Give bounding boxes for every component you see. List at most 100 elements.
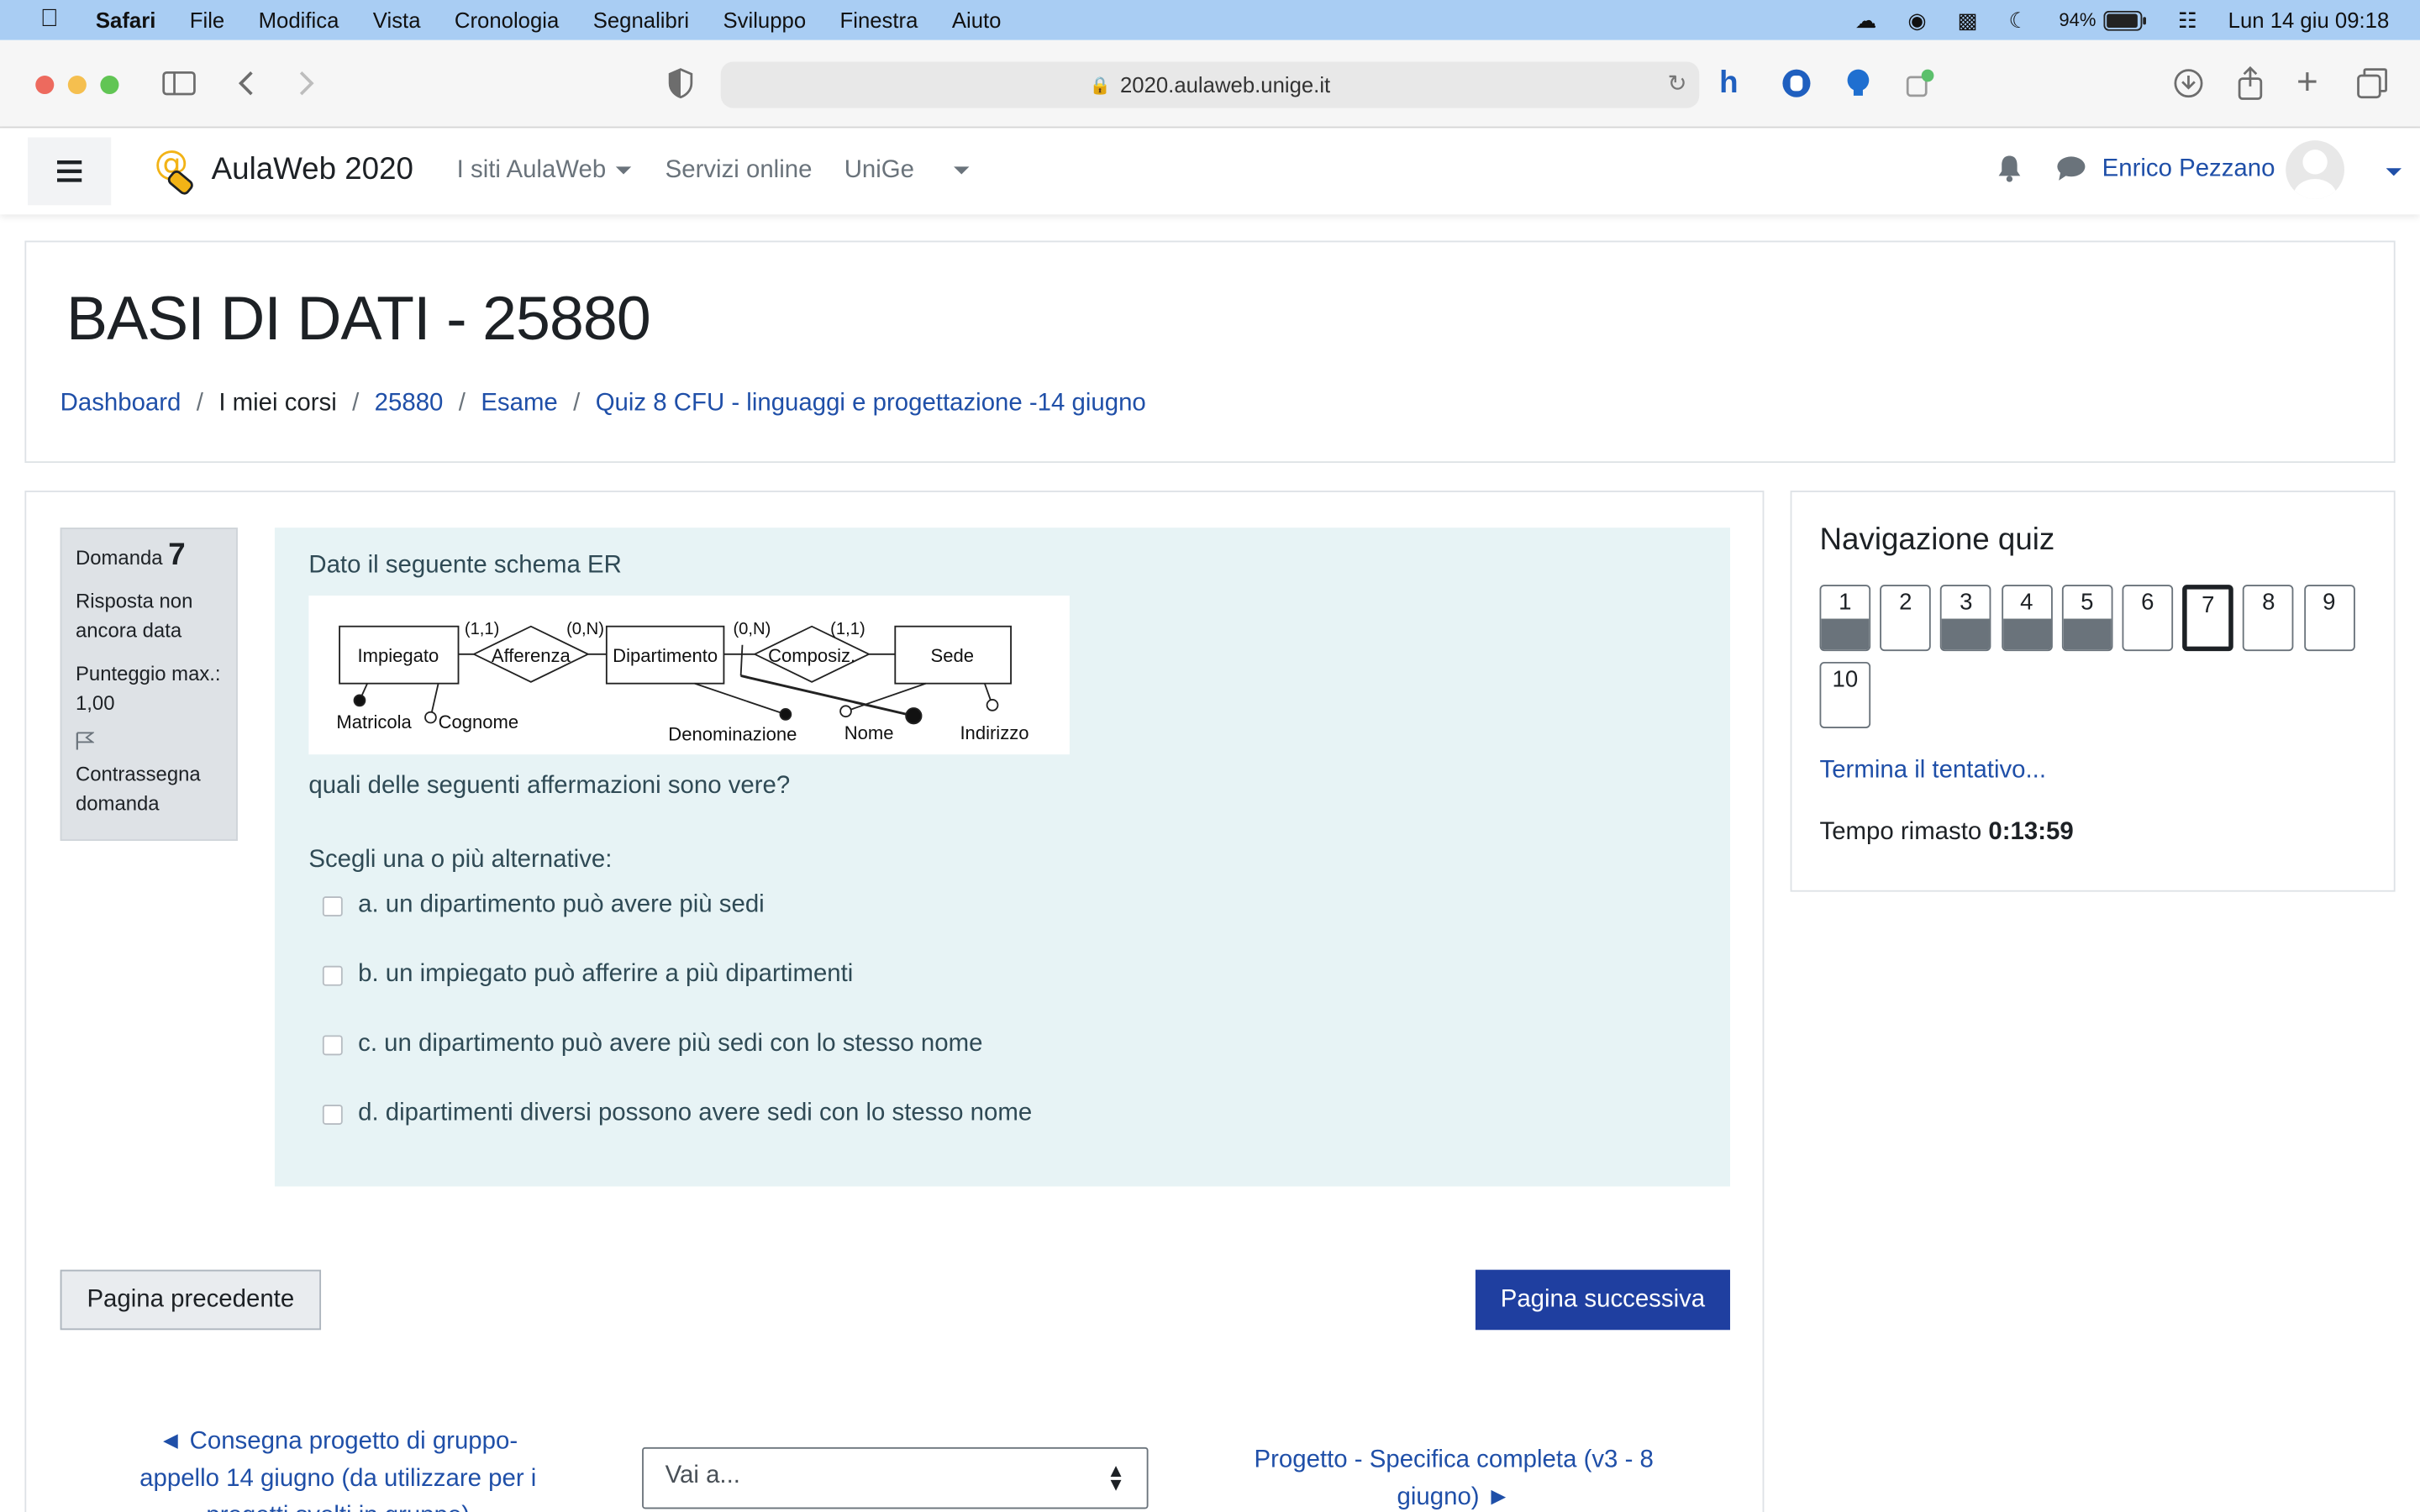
control-center-icon[interactable]: ☷ — [2178, 7, 2197, 33]
forward-icon[interactable] — [297, 65, 316, 102]
quiz-nav-question-10[interactable]: 10 — [1819, 661, 1871, 728]
reload-icon[interactable]: ↻ — [1667, 70, 1686, 97]
question-number: Domanda 7 — [76, 540, 222, 573]
menu-app-name[interactable]: Safari — [96, 8, 155, 32]
flag-question-link[interactable]: Contrassegna domanda — [76, 759, 222, 818]
aulaweb-logo-icon[interactable]: @ — [153, 144, 196, 196]
quiz-nav-question-number: 6 — [2141, 589, 2154, 616]
svg-text:Afferenza: Afferenza — [492, 645, 571, 666]
quiz-nav-question-number: 4 — [2020, 589, 2033, 616]
new-tab-icon[interactable]: + — [2296, 61, 2318, 103]
site-brand[interactable]: AulaWeb 2020 — [212, 153, 413, 188]
quiz-nav-question-8[interactable]: 8 — [2243, 585, 2295, 652]
quiz-nav-question-3[interactable]: 3 — [1940, 585, 1992, 652]
menu-sviluppo[interactable]: Sviluppo — [723, 8, 806, 32]
menu-aiuto[interactable]: Aiuto — [952, 8, 1002, 32]
breadcrumb-dashboard[interactable]: Dashboard — [60, 391, 182, 418]
nav-siti-aulaweb-label: I siti AulaWeb — [456, 157, 607, 184]
hamburger-menu-button[interactable] — [28, 137, 112, 206]
quiz-nav-question-1[interactable]: 1 — [1819, 585, 1871, 652]
apple-icon[interactable]:  — [34, 6, 65, 34]
next-page-button[interactable]: Pagina successiva — [1475, 1269, 1730, 1331]
battery-icon[interactable] — [2103, 9, 2147, 30]
quiz-nav-question-number: 1 — [1839, 589, 1852, 616]
avatar[interactable] — [2286, 140, 2345, 199]
menu-vista[interactable]: Vista — [373, 8, 421, 32]
tabs-extension-icon[interactable] — [1905, 65, 1936, 102]
previous-activity-link[interactable]: ◄ Consegna progetto di gruppo- appello 1… — [122, 1424, 554, 1512]
er-diagram-image: Impiegato Afferenza Dipartimento Composi… — [308, 595, 1070, 755]
nav-siti-aulaweb[interactable]: I siti AulaWeb — [457, 157, 631, 185]
user-menu-name[interactable]: Enrico Pezzano — [2102, 156, 2275, 184]
menu-segnalibri[interactable]: Segnalibri — [593, 8, 689, 32]
quiz-nav-question-9[interactable]: 9 — [2303, 585, 2355, 652]
privacy-shield-icon[interactable] — [666, 65, 694, 102]
quiz-nav-question-7[interactable]: 7 — [2182, 585, 2234, 652]
answer-option-b[interactable]: b. un impiegato può afferire a più dipar… — [322, 961, 854, 989]
time-left: Tempo rimasto 0:13:59 — [1820, 819, 2074, 847]
svg-text:Composiz.: Composiz. — [768, 645, 855, 666]
answer-label-b: b. un impiegato può afferire a più dipar… — [358, 961, 854, 988]
nav-unige[interactable]: UniGe — [844, 157, 914, 185]
answer-checkbox-d[interactable] — [322, 1104, 343, 1125]
downloads-icon[interactable] — [2173, 65, 2204, 102]
jump-to-activity-select[interactable]: Vai a... ▲ ▼ — [642, 1446, 1149, 1509]
share-icon[interactable] — [2236, 65, 2264, 102]
quiz-nav-question-2[interactable]: 2 — [1880, 585, 1932, 652]
nav-more-dropdown[interactable] — [944, 157, 970, 185]
breadcrumb-section[interactable]: Esame — [481, 391, 557, 418]
cloud-icon[interactable]: ☁ — [1855, 7, 1877, 33]
breadcrumb-separator: / — [352, 390, 360, 417]
er-attribute: Matricola — [336, 711, 412, 732]
menu-cronologia[interactable]: Cronologia — [455, 8, 559, 32]
breadcrumb-my-courses: I miei corsi — [218, 390, 337, 417]
zoom-window-button[interactable] — [100, 76, 119, 95]
quiz-attempt-region: Domanda 7 Risposta non ancora data Punte… — [24, 491, 1765, 1512]
tab-overview-icon[interactable] — [2357, 65, 2388, 102]
minimize-window-button[interactable] — [67, 76, 87, 95]
microphone-icon[interactable]: ◉ — [1907, 7, 1926, 33]
menubar-clock[interactable]: Lun 14 giu 09:18 — [2228, 8, 2390, 32]
messages-icon[interactable] — [2056, 155, 2087, 190]
answer-checkbox-a[interactable] — [322, 895, 343, 916]
menu-file[interactable]: File — [190, 8, 224, 32]
user-menu-chevron-down-icon[interactable] — [2386, 168, 2402, 176]
notifications-bell-icon[interactable] — [1997, 155, 2022, 190]
svg-text:Dipartimento: Dipartimento — [613, 645, 718, 666]
breadcrumb-separator: / — [196, 390, 203, 417]
answer-prompt: Scegli una o più alternative: — [308, 847, 613, 874]
hypothesis-extension-icon[interactable]: h — [1719, 65, 1738, 102]
page-title: BASI DI DATI - 25880 — [66, 285, 651, 354]
moon-icon[interactable]: ☾ — [2009, 7, 2028, 33]
sidebar-toggle-icon[interactable] — [162, 65, 196, 102]
clapperboard-icon[interactable]: ▩ — [1957, 7, 1977, 33]
breadcrumb-course[interactable]: 25880 — [375, 391, 444, 418]
next-activity-link[interactable]: Progetto - Specifica completa (v3 - 8 gi… — [1230, 1442, 1678, 1512]
menu-finestra[interactable]: Finestra — [840, 8, 918, 32]
er-attribute: Cognome — [439, 711, 519, 732]
answer-checkbox-c[interactable] — [322, 1034, 343, 1055]
nav-servizi-online[interactable]: Servizi online — [666, 157, 813, 185]
quiz-nav-question-5[interactable]: 5 — [2061, 585, 2113, 652]
answer-checkbox-b[interactable] — [322, 964, 343, 985]
quiz-nav-answered-indicator — [2002, 618, 2051, 650]
back-icon[interactable] — [236, 65, 255, 102]
quiz-nav-question-4[interactable]: 4 — [2001, 585, 2053, 652]
lightbulb-extension-icon[interactable] — [1844, 65, 1872, 102]
answer-option-d[interactable]: d. dipartimenti diversi possono avere se… — [322, 1100, 1032, 1128]
flag-icon[interactable] — [76, 730, 222, 759]
address-bar[interactable]: 🔒 2020.aulaweb.unige.it ↻ — [720, 61, 1700, 108]
finish-attempt-link[interactable]: Termina il tentativo... — [1820, 758, 2047, 785]
previous-page-button[interactable]: Pagina precedente — [60, 1269, 322, 1331]
quiz-nav-question-6[interactable]: 6 — [2122, 585, 2174, 652]
close-window-button[interactable] — [35, 76, 55, 95]
answer-option-a[interactable]: a. un dipartimento può avere più sedi — [322, 892, 765, 920]
time-left-value: 0:13:59 — [1988, 819, 2074, 846]
jump-select-value: Vai a... — [665, 1462, 740, 1489]
answer-option-c[interactable]: c. un dipartimento può avere più sedi co… — [322, 1031, 983, 1058]
menu-modifica[interactable]: Modifica — [259, 8, 339, 32]
breadcrumb-quiz[interactable]: Quiz 8 CFU - linguaggi e progettazione -… — [596, 391, 1146, 418]
hand-extension-icon[interactable] — [1781, 65, 1812, 102]
chevron-down-icon — [954, 166, 970, 176]
chevron-down-icon — [615, 166, 631, 176]
